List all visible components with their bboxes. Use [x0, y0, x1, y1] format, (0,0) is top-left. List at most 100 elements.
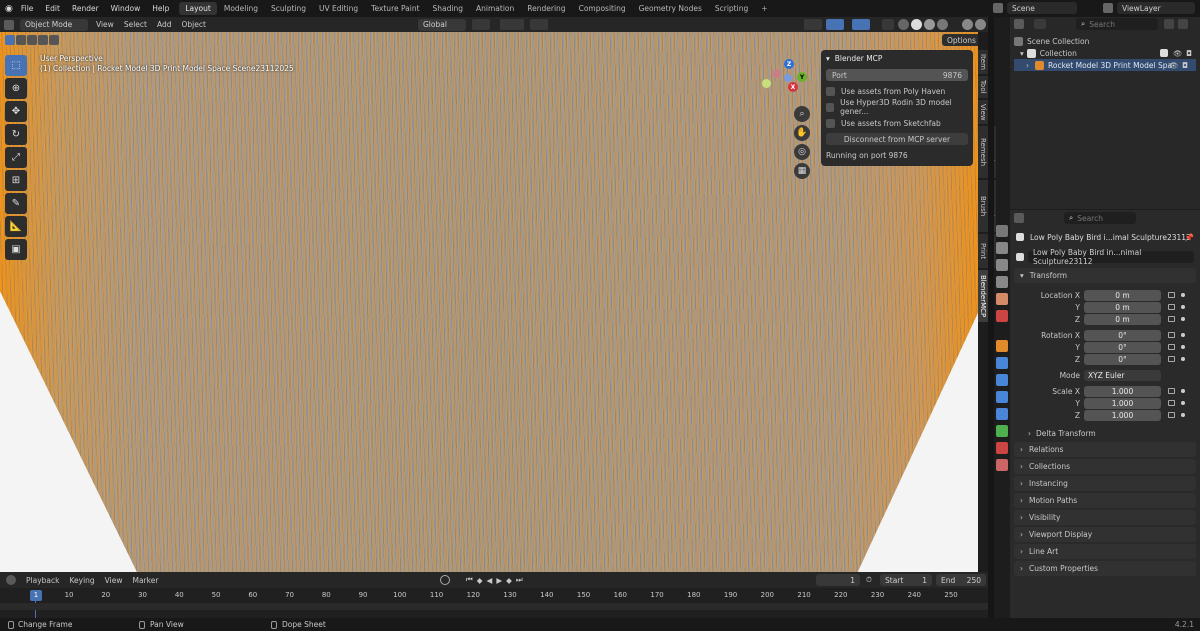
keyframe-dot-icon[interactable]: [1181, 333, 1185, 337]
rotation-mode-dropdown[interactable]: XYZ Euler: [1084, 369, 1161, 381]
move-tool-icon[interactable]: ✥: [5, 101, 27, 122]
cursor-tool-icon[interactable]: ⊕: [5, 78, 27, 99]
disconnect-button[interactable]: Disconnect from MCP server: [826, 133, 968, 145]
jump-end-icon[interactable]: ⏭: [516, 575, 523, 585]
hyper3d-checkbox[interactable]: Use Hyper3D Rodin 3D model gener...: [826, 98, 968, 116]
view-layer-properties-icon[interactable]: [996, 276, 1008, 288]
keyframe-dot-icon[interactable]: [1181, 317, 1185, 321]
record-icon[interactable]: [440, 575, 450, 585]
menu-edit[interactable]: Edit: [45, 4, 60, 13]
scene-selector[interactable]: Scene: [993, 2, 1077, 14]
scene-name[interactable]: Scene: [1007, 2, 1077, 14]
checkbox-icon[interactable]: [1160, 49, 1168, 57]
add-workspace-button[interactable]: +: [761, 4, 767, 13]
end-frame-field[interactable]: End 250: [936, 574, 986, 586]
workspace-tab-modeling[interactable]: Modeling: [218, 2, 264, 15]
constraints-properties-icon[interactable]: [996, 408, 1008, 420]
output-properties-icon[interactable]: [996, 259, 1008, 271]
workspace-tab-geometry-nodes[interactable]: Geometry Nodes: [633, 2, 708, 15]
pan-hand-icon[interactable]: ✋: [794, 125, 810, 141]
keyframe-dot-icon[interactable]: [1181, 357, 1185, 361]
settings-icon[interactable]: [975, 19, 986, 30]
marker-menu[interactable]: Marker: [132, 576, 158, 585]
current-frame-field[interactable]: 1: [816, 574, 860, 586]
keyframe-dot-icon[interactable]: [1181, 293, 1185, 297]
mode-dropdown[interactable]: Object Mode: [20, 18, 88, 31]
keying-menu[interactable]: Keying: [69, 576, 94, 585]
editor-type-icon[interactable]: [1014, 19, 1024, 29]
overlay-toggle-icon[interactable]: [852, 19, 870, 30]
rendered-shading-icon[interactable]: [937, 19, 948, 30]
poly-haven-checkbox[interactable]: Use assets from Poly Haven: [826, 85, 968, 97]
particles-properties-icon[interactable]: [996, 374, 1008, 386]
lock-icon[interactable]: [1168, 292, 1175, 298]
texture-properties-icon[interactable]: [996, 459, 1008, 471]
workspace-tab-layout[interactable]: Layout: [179, 2, 217, 15]
lock-icon[interactable]: [1168, 412, 1175, 418]
lock-icon[interactable]: [1168, 344, 1175, 350]
viewport-menu-view[interactable]: View: [96, 20, 114, 29]
select-box-icon[interactable]: [5, 35, 15, 45]
gizmo-neg-z[interactable]: [784, 74, 792, 82]
workspace-tab-scripting[interactable]: Scripting: [709, 2, 754, 15]
pin-icon[interactable]: 📌: [1185, 233, 1194, 242]
panel-visibility[interactable]: › Visibility: [1014, 510, 1196, 525]
panel-line-art[interactable]: › Line Art: [1014, 544, 1196, 559]
new-collection-icon[interactable]: [1178, 19, 1188, 29]
camera-icon[interactable]: ◘: [1182, 61, 1188, 70]
play-icon[interactable]: ▶: [496, 576, 502, 585]
transform-panel-header[interactable]: ▾ Transform: [1014, 268, 1196, 283]
pivot-icon[interactable]: [472, 19, 490, 30]
lock-icon[interactable]: [1168, 400, 1175, 406]
panel-motion-paths[interactable]: › Motion Paths: [1014, 493, 1196, 508]
navigation-gizmo[interactable]: Z Y X: [762, 59, 812, 109]
world-properties-icon[interactable]: [996, 310, 1008, 322]
gizmo-x-axis[interactable]: X: [788, 82, 798, 92]
select-extend-icon[interactable]: [16, 35, 26, 45]
scale-x-field[interactable]: 1.000: [1084, 385, 1161, 397]
editor-type-icon[interactable]: [6, 575, 16, 585]
lock-icon[interactable]: [1168, 316, 1175, 322]
tab-tool[interactable]: Tool: [978, 76, 988, 98]
location-z-field[interactable]: 0 m: [1084, 313, 1161, 325]
properties-search-input[interactable]: ⌕ Search: [1064, 212, 1136, 224]
stopwatch-icon[interactable]: ⏱: [866, 575, 872, 585]
camera-icon[interactable]: ◘: [1186, 49, 1192, 58]
outliner-item-rocket[interactable]: › Rocket Model 3D Print Model Spa 👁 ◘: [1014, 59, 1196, 71]
gizmo-neg-x[interactable]: [772, 69, 781, 78]
checkbox-icon[interactable]: [826, 86, 835, 96]
jump-start-icon[interactable]: ⏮: [466, 575, 473, 585]
checkbox-icon[interactable]: [826, 102, 835, 112]
tab-view[interactable]: View: [978, 100, 988, 124]
gizmo-neg-y[interactable]: [762, 79, 771, 88]
zoom-icon[interactable]: ⌕: [794, 106, 810, 122]
annotate-tool-icon[interactable]: ✎: [5, 193, 27, 214]
editor-type-icon[interactable]: [1014, 213, 1024, 223]
port-field[interactable]: Port 9876: [826, 69, 968, 81]
prev-keyframe-icon[interactable]: ◆: [477, 576, 483, 585]
outliner-item-collection[interactable]: ▾ Collection 👁 ◘: [1010, 47, 1200, 59]
panel-custom-properties[interactable]: › Custom Properties: [1014, 561, 1196, 576]
gizmo-toggle-icon[interactable]: [826, 19, 844, 30]
outliner-search-input[interactable]: ⌕ Search: [1076, 18, 1158, 30]
keyframe-dot-icon[interactable]: [1181, 389, 1185, 393]
chevron-right-icon[interactable]: ›: [1026, 61, 1029, 70]
checkbox-icon[interactable]: [826, 118, 835, 128]
material-shading-icon[interactable]: [924, 19, 935, 30]
panel-instancing[interactable]: › Instancing: [1014, 476, 1196, 491]
eye-icon[interactable]: 👁: [1169, 61, 1179, 70]
workspace-tab-animation[interactable]: Animation: [470, 2, 520, 15]
select-subtract-icon[interactable]: [27, 35, 37, 45]
collapse-chevron-icon[interactable]: ▾: [826, 54, 830, 63]
viewlayer-selector[interactable]: ViewLayer: [1103, 2, 1195, 14]
xray-icon[interactable]: [882, 19, 894, 30]
scene-properties-icon[interactable]: [996, 293, 1008, 305]
panel-viewport-display[interactable]: › Viewport Display: [1014, 527, 1196, 542]
transform-tool-icon[interactable]: ⊞: [5, 170, 27, 191]
panel-relations[interactable]: › Relations: [1014, 442, 1196, 457]
filter-icon[interactable]: [1034, 19, 1046, 29]
chevron-down-icon[interactable]: ▾: [1020, 49, 1024, 58]
location-y-field[interactable]: 0 m: [1084, 301, 1161, 313]
workspace-tab-texture-paint[interactable]: Texture Paint: [365, 2, 425, 15]
menu-help[interactable]: Help: [152, 4, 169, 13]
